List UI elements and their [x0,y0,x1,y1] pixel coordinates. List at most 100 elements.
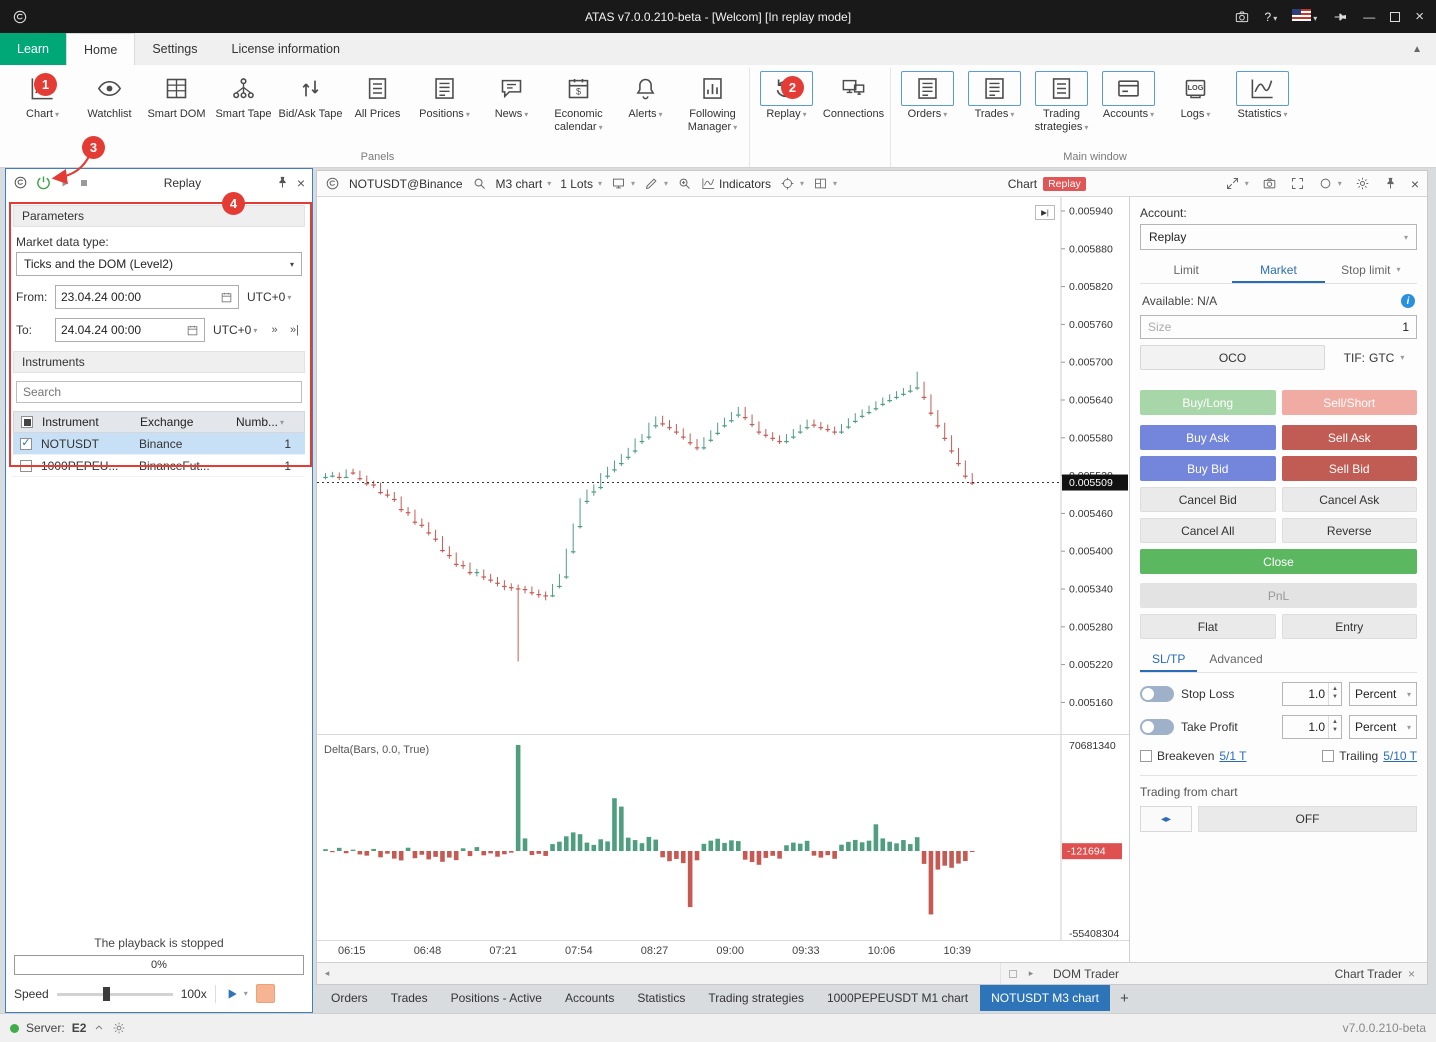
help-button[interactable]: ?▾ [1265,10,1278,24]
ribbon-item-following-manager[interactable]: Following Manager▾ [679,68,746,133]
tab-home[interactable]: Home [66,33,135,65]
layout-button[interactable]: ▾ [813,176,837,191]
tab-orders[interactable]: Orders [320,985,379,1011]
restore-panel-button[interactable]: ▾ [1225,176,1249,191]
replay-power-button[interactable] [35,174,52,191]
column-instrument[interactable]: Instrument [40,415,140,429]
pause-playback-button[interactable] [256,984,275,1003]
horizontal-scrollbar[interactable] [337,963,1001,984]
tab-license-information[interactable]: License information [215,33,357,65]
fullscreen-icon[interactable] [1290,176,1305,191]
table-row[interactable]: 1000PEPEU... BinanceFut... 1 [13,455,305,477]
pin-icon[interactable] [1383,176,1398,191]
tab-notusdt-m3-chart[interactable]: NOTUSDT M3 chart [980,985,1110,1011]
ribbon-item-watchlist[interactable]: Watchlist [76,68,143,121]
instrument-search-input[interactable] [16,381,302,403]
tab-settings[interactable]: Settings [135,33,214,65]
from-date-input[interactable]: 23.04.24 00:00 [55,285,239,309]
buy-ask-button[interactable]: Buy Ask [1140,425,1276,450]
screenshot-icon[interactable] [1234,9,1250,25]
sell-short-button[interactable]: Sell/Short [1282,390,1418,415]
add-tab-button[interactable]: + [1111,985,1138,1011]
entry-button[interactable]: Entry [1282,614,1418,639]
scrollbar-resize-handle[interactable] [1009,970,1017,978]
time-axis[interactable]: 06:1506:4807:2107:5408:2709:0009:3310:06… [317,940,1129,962]
tab-market[interactable]: Market [1232,258,1324,283]
scroll-right-button[interactable]: ▸ [1021,968,1041,979]
tif-select[interactable]: TIF:GTC▾ [1331,345,1417,370]
language-button[interactable]: ▾ [1292,9,1317,24]
step-up-icon[interactable]: ▲ [1332,719,1338,727]
close-icon[interactable]: × [1408,967,1415,981]
crosshair-button[interactable]: ▾ [780,176,804,191]
step-down-icon[interactable]: ▼ [1332,694,1338,702]
row-checkbox[interactable]: ✓ [20,438,32,450]
chart-symbol[interactable]: NOTUSDT@Binance [349,177,463,191]
tab-statistics[interactable]: Statistics [626,985,696,1011]
tab-positions-active[interactable]: Positions - Active [440,985,553,1011]
stop-loss-stepper[interactable]: 1.0▲▼ [1282,682,1342,706]
scroll-left-button[interactable]: ◂ [317,968,337,979]
pin-icon[interactable] [1332,9,1348,25]
ribbon-item-news[interactable]: News▾ [478,68,545,121]
trading-from-chart-off-button[interactable]: OFF [1198,806,1417,832]
theme-button[interactable]: ▾ [1318,176,1342,191]
cancel-ask-button[interactable]: Cancel Ask [1282,487,1418,512]
instruments-table-header[interactable]: Instrument Exchange Numb...▾ [13,411,305,433]
ribbon-item-trading-strategies[interactable]: Trading strategies▾ [1028,68,1095,133]
replay-play-button[interactable] [59,177,71,189]
row-checkbox[interactable] [20,460,32,472]
speed-slider-handle[interactable] [103,987,110,1001]
trailing-settings-link[interactable]: 5/10 T [1383,749,1417,763]
timeframe-select[interactable]: M3 chart▾ [496,177,552,191]
screenshot-icon[interactable] [1262,176,1277,191]
clusters-mode-button[interactable]: ▾ [611,176,635,191]
tab-sltp[interactable]: SL/TP [1140,648,1197,672]
trailing-checkbox[interactable] [1322,750,1334,762]
buy-long-button[interactable]: Buy/Long [1140,390,1276,415]
tab-stop-limit[interactable]: Stop limit▾ [1325,258,1417,283]
info-icon[interactable]: i [1401,294,1415,308]
ribbon-item-statistics[interactable]: Statistics▾ [1229,68,1296,121]
tab-learn[interactable]: Learn [0,33,66,65]
skip-forward-icon[interactable]: » [267,320,282,340]
sell-bid-button[interactable]: Sell Bid [1282,456,1418,481]
replay-stop-button[interactable] [78,177,90,189]
ribbon-item-connections[interactable]: Connections [820,68,887,121]
close-icon[interactable]: × [1411,176,1419,192]
collapse-ribbon-button[interactable]: ▲ [1398,33,1436,65]
ribbon-item-smart-dom[interactable]: Smart DOM [143,68,210,121]
chart-area[interactable]: 0.0059400.0058800.0058200.0057600.005700… [317,197,1129,962]
step-up-icon[interactable]: ▲ [1332,686,1338,694]
table-row[interactable]: ✓ NOTUSDT Binance 1 [13,433,305,455]
ribbon-item-trades[interactable]: Trades▾ [961,68,1028,121]
account-select[interactable]: Replay▾ [1140,224,1417,250]
ribbon-item-logs[interactable]: Logs▾ [1162,68,1229,121]
flat-button[interactable]: Flat [1140,614,1276,639]
ribbon-item-bid-ask-tape[interactable]: Bid/Ask Tape [277,68,344,121]
ribbon-item-accounts[interactable]: Accounts▾ [1095,68,1162,121]
playback-progress-bar[interactable]: 0% [14,955,304,975]
calendar-icon[interactable] [220,291,233,304]
ribbon-item-alerts[interactable]: Alerts▾ [612,68,679,121]
close-button[interactable]: × [1415,8,1424,25]
sell-ask-button[interactable]: Sell Ask [1282,425,1418,450]
trading-side-switch[interactable]: ◂▸ [1140,806,1192,832]
ribbon-item-economic-calendar[interactable]: Economic calendar▾ [545,68,612,133]
tab-trading-strategies[interactable]: Trading strategies [697,985,815,1011]
skip-to-end-icon[interactable]: »| [287,320,302,340]
reverse-button[interactable]: Reverse [1282,518,1418,543]
cancel-all-button[interactable]: Cancel All [1140,518,1276,543]
ribbon-item-positions[interactable]: Positions▾ [411,68,478,121]
stop-loss-toggle[interactable] [1140,686,1174,702]
start-playback-button[interactable]: ▾ [224,986,248,1002]
buy-bid-button[interactable]: Buy Bid [1140,456,1276,481]
tab-1000pepeusdt-m1-chart[interactable]: 1000PEPEUSDT M1 chart [816,985,979,1011]
take-profit-unit-select[interactable]: Percent▾ [1349,715,1417,739]
tab-chart-trader[interactable]: Chart Trader× [1323,963,1427,984]
maximize-button[interactable] [1390,12,1400,22]
settings-gear-icon[interactable] [1355,176,1370,191]
tab-limit[interactable]: Limit [1140,258,1232,283]
minimize-button[interactable]: — [1363,10,1375,24]
drawing-tools-button[interactable]: ▾ [644,176,668,191]
